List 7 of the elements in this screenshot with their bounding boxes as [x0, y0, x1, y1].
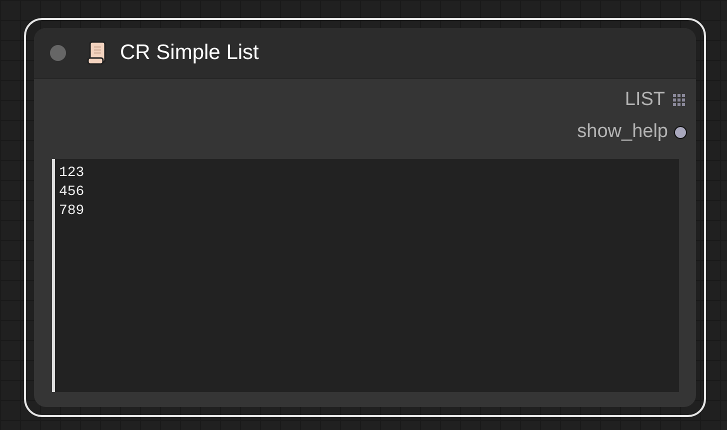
collapse-dot-icon[interactable] [50, 45, 66, 61]
output-label: show_help [577, 121, 668, 143]
output-socket-icon[interactable] [674, 126, 687, 138]
node-title: CR Simple List [120, 41, 259, 65]
output-label: LIST [624, 89, 665, 111]
text-area[interactable]: 123 456 789 [52, 159, 679, 392]
grid-socket-icon[interactable] [673, 94, 685, 106]
